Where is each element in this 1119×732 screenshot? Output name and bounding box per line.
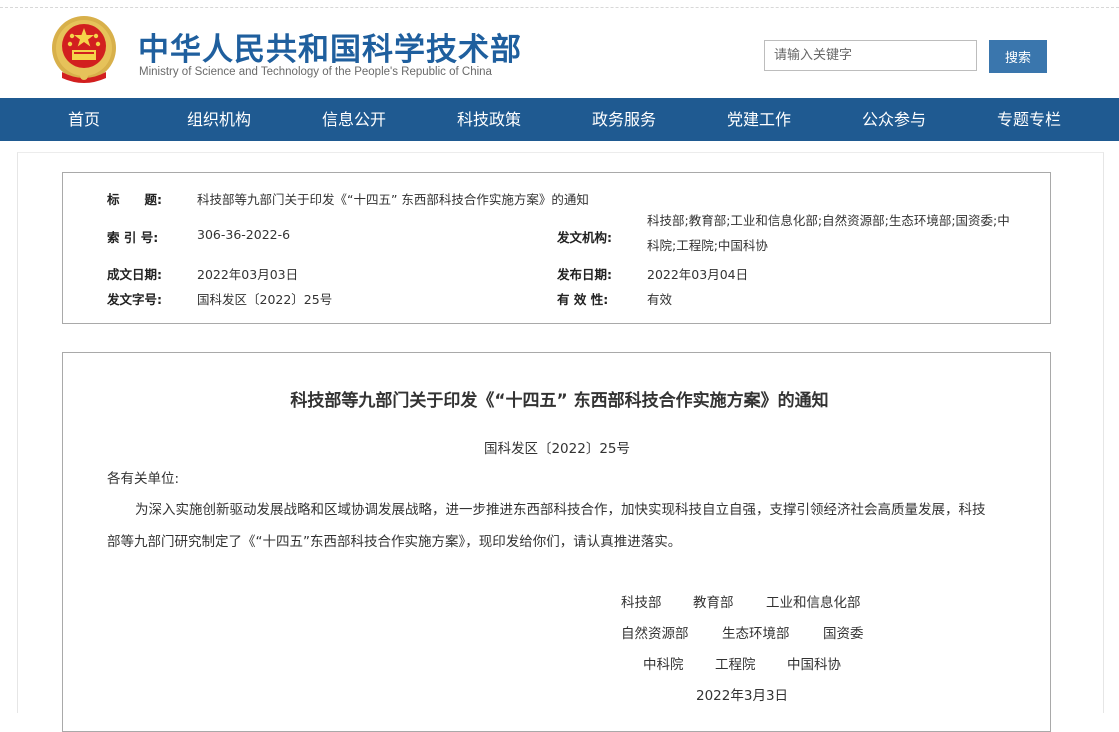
nav-item-special[interactable]: 专题专栏 xyxy=(997,98,1061,141)
meta-docno-label: 发文字号: xyxy=(107,292,162,307)
nav-item-public[interactable]: 公众参与 xyxy=(862,98,926,141)
nav-item-information[interactable]: 信息公开 xyxy=(322,98,386,141)
meta-validity-label: 有 效 性: xyxy=(557,292,609,307)
signatory: 工业和信息化部 xyxy=(766,595,861,611)
search-input[interactable] xyxy=(764,40,977,71)
nav-item-home[interactable]: 首页 xyxy=(68,98,100,141)
meta-created-label: 成文日期: xyxy=(107,267,162,282)
meta-index-value: 306-36-2022-6 xyxy=(197,227,291,242)
meta-title-label: 标 题: xyxy=(107,192,162,207)
meta-docno-value: 国科发区〔2022〕25号 xyxy=(197,292,333,307)
nav-item-services[interactable]: 政务服务 xyxy=(592,98,656,141)
article-paragraph: 为深入实施创新驱动发展战略和区域协调发展战略，进一步推进东西部科技合作，加快实现… xyxy=(107,502,986,550)
meta-issuer-value: 科技部;教育部;工业和信息化部;自然资源部;生态环境部;国资委;中科院;工程院;… xyxy=(647,213,1010,253)
meta-validity-value: 有效 xyxy=(647,292,673,307)
signatory: 工程院 xyxy=(715,657,756,673)
signatory: 科技部 xyxy=(621,595,662,611)
signatory: 生态环境部 xyxy=(722,626,790,642)
meta-published-value: 2022年03月04日 xyxy=(647,267,749,282)
nav-item-organization[interactable]: 组织机构 xyxy=(187,98,251,141)
signatory: 中科院 xyxy=(643,657,684,673)
nav-item-policy[interactable]: 科技政策 xyxy=(457,98,521,141)
article-salutation: 各有关单位: xyxy=(107,471,180,487)
signatory: 中国科协 xyxy=(787,657,841,673)
main-nav: 首页 组织机构 信息公开 科技政策 政务服务 党建工作 公众参与 专题专栏 xyxy=(0,98,1119,141)
signatory: 教育部 xyxy=(693,595,734,611)
signatory: 国资委 xyxy=(823,626,864,642)
signatory: 自然资源部 xyxy=(621,626,689,642)
nav-item-party[interactable]: 党建工作 xyxy=(727,98,791,141)
site-title[interactable]: 中华人民共和国科学技术部 xyxy=(138,24,522,69)
search-button[interactable]: 搜索 xyxy=(989,40,1047,73)
meta-index-label: 索 引 号: xyxy=(107,230,159,245)
national-emblem-icon[interactable] xyxy=(48,14,120,88)
meta-title-value: 科技部等九部门关于印发《“十四五” 东西部科技合作实施方案》的通知 xyxy=(197,192,589,207)
article-title: 科技部等九部门关于印发《“十四五” 东西部科技合作实施方案》的通知 xyxy=(290,391,829,411)
article-date: 2022年3月3日 xyxy=(696,688,789,704)
site-header: 中华人民共和国科学技术部 Ministry of Science and Tec… xyxy=(0,0,1119,98)
meta-issuer-label: 发文机构: xyxy=(557,230,612,245)
site-subtitle: Ministry of Science and Technology of th… xyxy=(139,66,492,78)
article-doc-number: 国科发区〔2022〕25号 xyxy=(483,441,631,457)
meta-created-value: 2022年03月03日 xyxy=(197,267,299,282)
meta-published-label: 发布日期: xyxy=(557,267,612,282)
